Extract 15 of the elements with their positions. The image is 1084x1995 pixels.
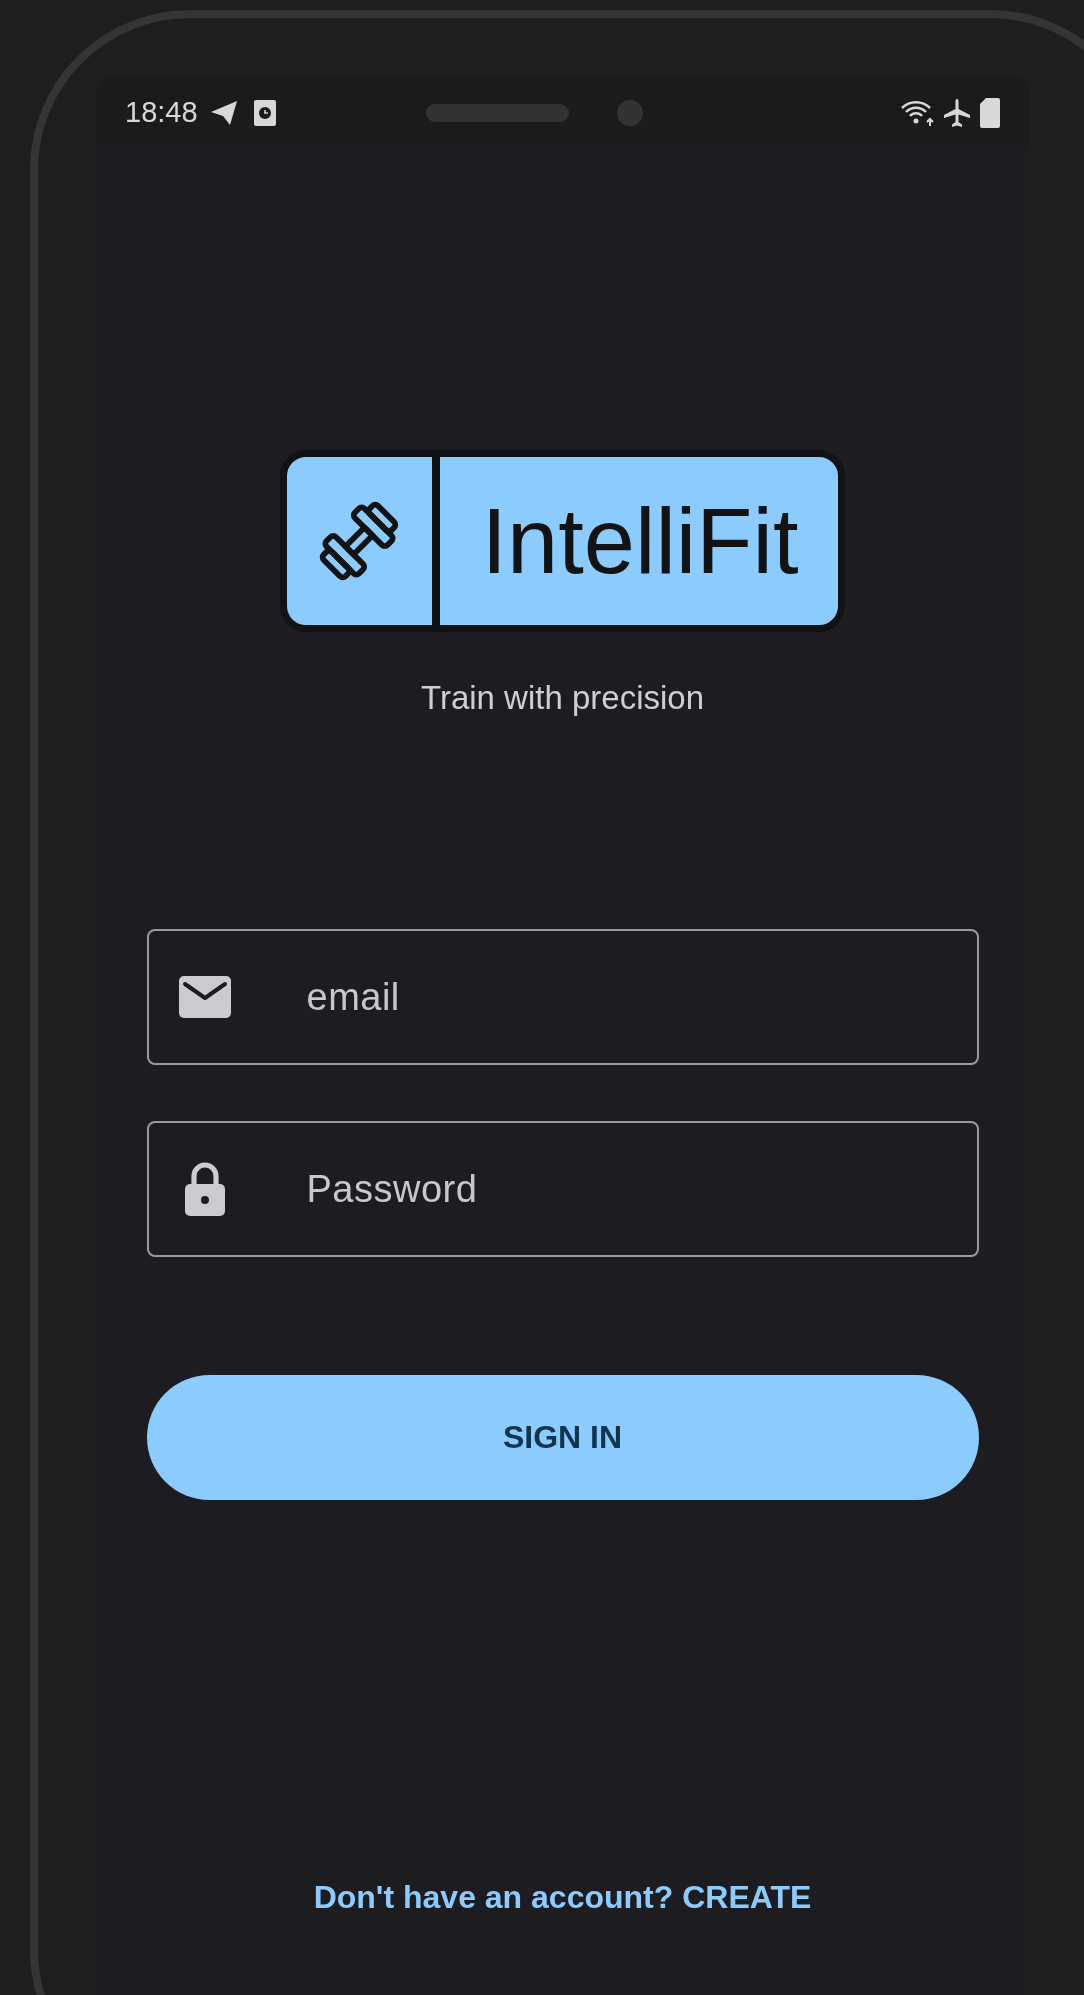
camera-dot: [616, 99, 643, 126]
email-field[interactable]: email: [146, 929, 979, 1065]
clock-time: 18:48: [125, 96, 198, 129]
sign-in-button[interactable]: SIGN IN: [146, 1375, 979, 1500]
mail-icon: [178, 976, 231, 1018]
tagline: Train with precision: [420, 678, 704, 718]
logo-wordmark: IntelliFit: [480, 488, 800, 594]
airplane-icon: [942, 97, 972, 128]
clock-icon: [253, 99, 276, 126]
battery-icon: [980, 97, 1000, 128]
paper-plane-icon: [209, 99, 238, 126]
wifi-icon: [900, 98, 936, 127]
create-account-link[interactable]: Don't have an account? CREATE: [313, 1877, 812, 1917]
password-field[interactable]: Password: [146, 1121, 979, 1257]
lock-icon: [183, 1162, 226, 1216]
